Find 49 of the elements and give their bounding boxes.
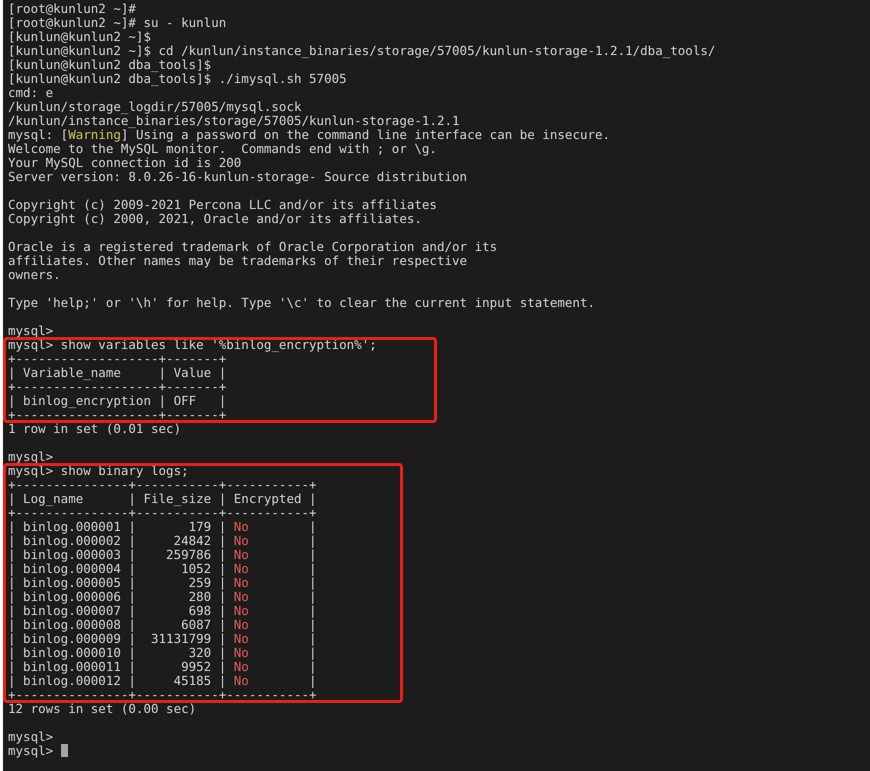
terminal-line: | binlog.000011 | 9952 | No | <box>8 660 317 674</box>
terminal-line: affiliates. Other names may be trademarks of their respective <box>8 254 468 268</box>
terminal-line: Oracle is a registered trademark of Oracle Corporation and/or its <box>8 240 498 254</box>
terminal-line: +-------------------+-------+ <box>8 352 226 366</box>
terminal-line: Your MySQL connection id is 200 <box>8 156 242 170</box>
terminal-line: /kunlun/storage_logdir/57005/mysql.sock <box>8 100 302 114</box>
terminal-line: mysql> show variables like '%binlog_encryption%'; <box>8 338 377 352</box>
terminal-line: mysql> <box>8 744 68 758</box>
terminal-line: | binlog.000005 | 259 | No | <box>8 576 317 590</box>
terminal-line: Copyright (c) 2009-2021 Percona LLC and/or its affiliates <box>8 198 437 212</box>
terminal-line: | binlog.000006 | 280 | No | <box>8 590 317 604</box>
terminal-line: Copyright (c) 2000, 2021, Oracle and/or its affiliates. <box>8 212 422 226</box>
terminal-line: | binlog.000004 | 1052 | No | <box>8 562 317 576</box>
terminal-line: [root@kunlun2 ~]# su - kunlun <box>8 16 226 30</box>
terminal-line: mysql: [Warning] Using a password on the command line interface can be insecure. <box>8 128 610 142</box>
terminal-line: +---------------+-----------+-----------+ <box>8 478 317 492</box>
terminal-line: +---------------+-----------+-----------+ <box>8 688 317 702</box>
terminal-line: | binlog.000007 | 698 | No | <box>8 604 317 618</box>
terminal-line: | binlog.000009 | 31131799 | No | <box>8 632 317 646</box>
terminal-line: owners. <box>8 268 61 282</box>
text-cursor <box>60 744 68 757</box>
terminal-line: mysql> show binary logs; <box>8 464 189 478</box>
terminal-line: +-------------------+-------+ <box>8 408 226 422</box>
terminal-line: [kunlun@kunlun2 dba_tools]$ ./imysql.sh 57005 <box>8 72 347 86</box>
terminal-line: mysql> <box>8 730 54 744</box>
terminal-line: [kunlun@kunlun2 ~]$ cd /kunlun/instance_binaries/storage/57005/kunlun-storage-1.2.1/dba_tools/ <box>8 44 716 58</box>
terminal-line: [kunlun@kunlun2 ~]$ <box>8 30 151 44</box>
terminal-line: +-------------------+-------+ <box>8 380 226 394</box>
terminal-line: [root@kunlun2 ~]# <box>8 2 136 16</box>
terminal-line: Server version: 8.0.26-16-kunlun-storage- Source distribution <box>8 170 468 184</box>
terminal-line: | binlog.000008 | 6087 | No | <box>8 618 317 632</box>
terminal-line: Welcome to the MySQL monitor. Commands end with ; or \g. <box>8 142 437 156</box>
terminal-line: /kunlun/instance_binaries/storage/57005/kunlun-storage-1.2.1 <box>8 114 460 128</box>
terminal-line: | binlog.000001 | 179 | No | <box>8 520 317 534</box>
terminal-line: cmd: e <box>8 86 54 100</box>
terminal-line: mysql> <box>8 324 54 338</box>
terminal-line: Type 'help;' or '\h' for help. Type '\c' to clear the current input statement. <box>8 296 595 310</box>
terminal-line: mysql> <box>8 450 54 464</box>
terminal-line: | Log_name | File_size | Encrypted | <box>8 492 317 506</box>
terminal-line: | binlog.000010 | 320 | No | <box>8 646 317 660</box>
terminal-line: | binlog.000002 | 24842 | No | <box>8 534 317 548</box>
terminal-line: | binlog_encryption | OFF | <box>8 394 226 408</box>
terminal-line: | binlog.000012 | 45185 | No | <box>8 674 317 688</box>
terminal-line: +---------------+-----------+-----------+ <box>8 506 317 520</box>
terminal-line: 1 row in set (0.01 sec) <box>8 422 182 436</box>
terminal-line: | binlog.000003 | 259786 | No | <box>8 548 317 562</box>
terminal-line: | Variable_name | Value | <box>8 366 226 380</box>
terminal-line: [kunlun@kunlun2 dba_tools]$ <box>8 58 212 72</box>
terminal-line: 12 rows in set (0.00 sec) <box>8 702 196 716</box>
